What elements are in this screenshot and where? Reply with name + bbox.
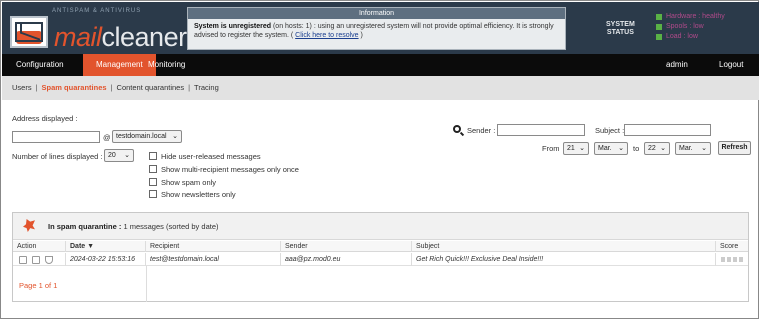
- newsletters-only-checkbox[interactable]: [149, 190, 157, 198]
- to-month-select[interactable]: Mar. ⌄: [675, 142, 711, 155]
- pagination: Page 1 of 1: [19, 281, 58, 290]
- chevron-down-icon: ⌄: [660, 145, 666, 152]
- user-name: admin: [666, 60, 688, 69]
- column-sender[interactable]: Sender: [281, 241, 412, 252]
- chevron-down-icon: ⌄: [172, 133, 178, 140]
- information-title: Information: [188, 8, 565, 19]
- spam-only-label: Show spam only: [161, 178, 217, 187]
- sub-menu: Users | Spam quarantines | Content quarantin…: [2, 76, 759, 100]
- results-summary: In spam quarantine : 1 messages (sorted …: [48, 222, 219, 231]
- search-icon: [453, 125, 461, 133]
- chevron-down-icon: ⌄: [701, 145, 707, 152]
- domain-select[interactable]: testdomain.local ⌄: [112, 130, 182, 143]
- spam-quarantine-icon: [23, 219, 35, 232]
- address-input[interactable]: [12, 131, 100, 143]
- from-day-select[interactable]: 21 ⌄: [563, 142, 589, 155]
- column-action: Action: [13, 241, 66, 252]
- system-status-label: SYSTEM STATUS: [606, 21, 635, 36]
- address-label: Address displayed :: [12, 114, 78, 123]
- logo-tagline: ANTISPAM & ANTIVIRUS: [52, 8, 142, 14]
- logo-wordmark: mailcleaner: [54, 22, 187, 52]
- logout-link[interactable]: Logout: [719, 54, 743, 76]
- multi-recipient-checkbox[interactable]: [149, 165, 157, 173]
- system-status-list[interactable]: Hardware : healthy Spools : low Load : l…: [656, 12, 725, 42]
- multi-recipient-label: Show multi-recipient messages only once: [161, 165, 299, 174]
- row-score: [716, 253, 748, 266]
- quarantine-results-panel: In spam quarantine : 1 messages (sorted …: [12, 212, 749, 302]
- chevron-down-icon: ⌄: [618, 145, 624, 152]
- menu-monitoring[interactable]: Monitoring: [148, 54, 185, 76]
- column-divider: [146, 266, 147, 302]
- status-spools[interactable]: Spools : low: [656, 22, 725, 32]
- menu-management[interactable]: Management: [83, 54, 156, 76]
- column-date-sort[interactable]: Date ▼: [66, 241, 146, 252]
- subject-label: Subject :: [595, 126, 625, 135]
- spam-only-checkbox[interactable]: [149, 178, 157, 186]
- subject-input[interactable]: [624, 124, 711, 136]
- chevron-down-icon: ⌄: [579, 145, 585, 152]
- main-menu: Configuration Management Monitoring admi…: [2, 54, 759, 76]
- lines-select[interactable]: 20 ⌄: [104, 149, 134, 162]
- row-recipient: test@testdomain.local: [146, 253, 281, 266]
- column-subject[interactable]: Subject: [412, 241, 716, 252]
- chevron-down-icon: ⌄: [124, 152, 130, 159]
- score-bar: [721, 257, 743, 262]
- mailcleaner-logo[interactable]: ANTISPAM & ANTIVIRUS mailcleaner: [6, 6, 187, 52]
- information-message: System is unregistered (on hosts: 1) : u…: [194, 23, 554, 39]
- to-label: to: [633, 144, 640, 153]
- row-subject[interactable]: Get Rich Quick!!! Exclusive Deal Inside!…: [412, 253, 716, 266]
- newsletters-only-label: Show newsletters only: [161, 190, 236, 199]
- to-day-select[interactable]: 22 ⌄: [644, 142, 670, 155]
- column-score[interactable]: Score: [716, 241, 748, 252]
- resolve-link[interactable]: Click here to resolve: [295, 32, 358, 39]
- status-load[interactable]: Load : low: [656, 32, 725, 42]
- row-actions: [13, 253, 66, 266]
- row-sender: aaa@pz.mod0.eu: [281, 253, 412, 266]
- status-hardware[interactable]: Hardware : healthy: [656, 12, 725, 22]
- submenu-users[interactable]: Users: [12, 83, 32, 92]
- top-header: ANTISPAM & ANTIVIRUS mailcleaner Informa…: [2, 2, 759, 54]
- filter-icon[interactable]: [45, 256, 53, 264]
- view-icon[interactable]: [32, 256, 40, 264]
- at-sign: @: [103, 133, 111, 142]
- results-header: In spam quarantine : 1 messages (sorted …: [13, 213, 748, 240]
- results-table-header: Action Date ▼ Recipient Sender Subject S…: [13, 241, 748, 252]
- submenu-spam-quarantines[interactable]: Spam quarantines: [42, 83, 107, 92]
- refresh-button[interactable]: Refresh: [718, 141, 751, 155]
- table-row[interactable]: 2024-03-22 15:53:16 test@testdomain.loca…: [13, 253, 748, 266]
- sender-label: Sender :: [467, 126, 496, 135]
- submenu-tracing[interactable]: Tracing: [194, 83, 219, 92]
- row-date: 2024-03-22 15:53:16: [66, 253, 146, 266]
- release-icon[interactable]: [19, 256, 27, 264]
- from-month-select[interactable]: Mar. ⌄: [594, 142, 628, 155]
- column-recipient[interactable]: Recipient: [146, 241, 281, 252]
- app-window: ANTISPAM & ANTIVIRUS mailcleaner Informa…: [0, 0, 759, 319]
- lines-label: Number of lines displayed :: [12, 152, 103, 161]
- from-label: From: [542, 144, 560, 153]
- hide-released-label: Hide user-released messages: [161, 152, 261, 161]
- hide-released-checkbox[interactable]: [149, 152, 157, 160]
- menu-configuration[interactable]: Configuration: [16, 54, 64, 76]
- sender-input[interactable]: [497, 124, 585, 136]
- logo-envelope-icon: [10, 16, 48, 48]
- information-box: Information System is unregistered (on h…: [187, 7, 566, 50]
- submenu-content-quarantines[interactable]: Content quarantines: [117, 83, 185, 92]
